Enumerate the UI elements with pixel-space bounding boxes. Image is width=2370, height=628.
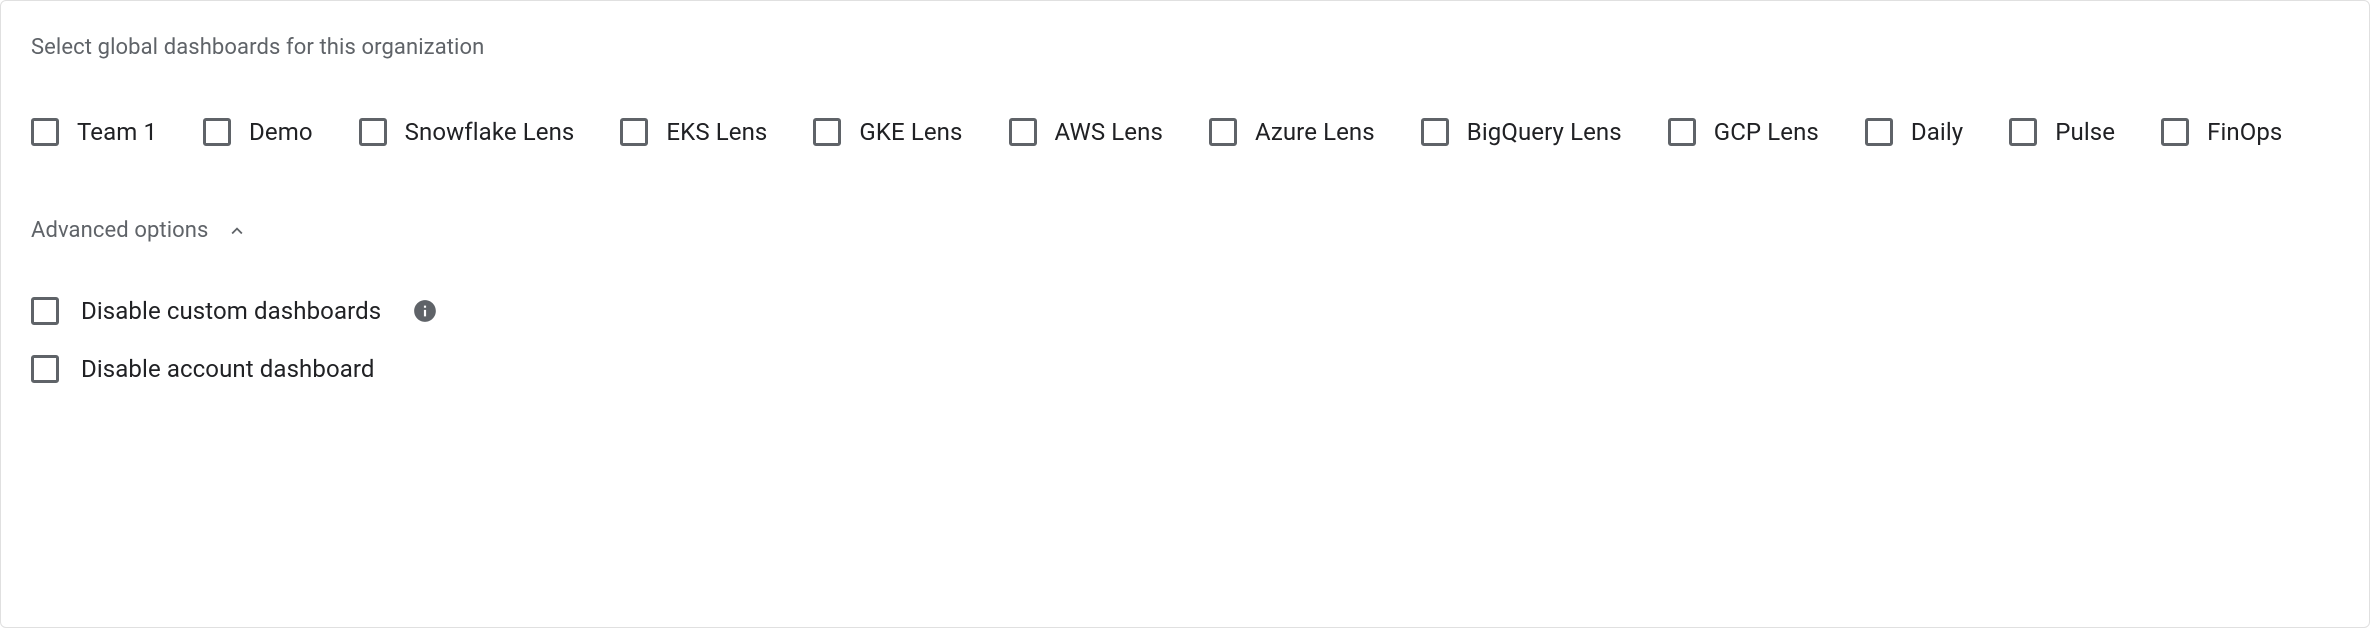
checkbox-icon <box>1421 118 1449 146</box>
dashboard-checkbox-group: Team 1 Demo Snowflake Lens EKS Lens GKE … <box>31 118 2339 146</box>
chevron-up-icon <box>225 219 249 243</box>
checkbox-label: EKS Lens <box>666 118 767 146</box>
checkbox-label: BigQuery Lens <box>1467 118 1622 146</box>
dashboard-checkbox-daily[interactable]: Daily <box>1865 118 1963 146</box>
checkbox-label: Daily <box>1911 118 1963 146</box>
checkbox-label: Demo <box>249 118 313 146</box>
checkbox-icon <box>359 118 387 146</box>
checkbox-label: Team 1 <box>77 118 157 146</box>
checkbox-icon <box>1865 118 1893 146</box>
info-icon[interactable] <box>411 297 439 325</box>
checkbox-icon <box>2009 118 2037 146</box>
advanced-options-label: Advanced options <box>31 218 209 243</box>
dashboard-checkbox-gcp-lens[interactable]: GCP Lens <box>1668 118 1819 146</box>
checkbox-icon <box>31 355 59 383</box>
section-heading: Select global dashboards for this organi… <box>31 35 2339 60</box>
advanced-checkbox-disable-account-dashboard[interactable]: Disable account dashboard <box>31 355 2339 383</box>
checkbox-label: FinOps <box>2207 118 2282 146</box>
dashboard-checkbox-demo[interactable]: Demo <box>203 118 313 146</box>
checkbox-label: AWS Lens <box>1055 118 1163 146</box>
dashboard-checkbox-bigquery-lens[interactable]: BigQuery Lens <box>1421 118 1622 146</box>
checkbox-label: Pulse <box>2055 118 2115 146</box>
checkbox-label: Snowflake Lens <box>405 118 575 146</box>
checkbox-icon <box>31 297 59 325</box>
advanced-options-toggle[interactable]: Advanced options <box>31 218 249 243</box>
checkbox-icon <box>1009 118 1037 146</box>
dashboard-checkbox-eks-lens[interactable]: EKS Lens <box>620 118 767 146</box>
dashboard-checkbox-gke-lens[interactable]: GKE Lens <box>813 118 962 146</box>
checkbox-icon <box>1209 118 1237 146</box>
dashboard-selection-panel: Select global dashboards for this organi… <box>0 0 2370 628</box>
advanced-options-group: Disable custom dashboards Disable accoun… <box>31 297 2339 383</box>
dashboard-checkbox-azure-lens[interactable]: Azure Lens <box>1209 118 1375 146</box>
checkbox-icon <box>2161 118 2189 146</box>
dashboard-checkbox-aws-lens[interactable]: AWS Lens <box>1009 118 1163 146</box>
checkbox-icon <box>1668 118 1696 146</box>
checkbox-label: GKE Lens <box>859 118 962 146</box>
checkbox-label: Azure Lens <box>1255 118 1375 146</box>
dashboard-checkbox-pulse[interactable]: Pulse <box>2009 118 2115 146</box>
checkbox-label: Disable account dashboard <box>81 355 375 383</box>
checkbox-icon <box>31 118 59 146</box>
dashboard-checkbox-finops[interactable]: FinOps <box>2161 118 2282 146</box>
checkbox-icon <box>203 118 231 146</box>
dashboard-checkbox-snowflake-lens[interactable]: Snowflake Lens <box>359 118 575 146</box>
checkbox-label: Disable custom dashboards <box>81 297 381 325</box>
checkbox-label: GCP Lens <box>1714 118 1819 146</box>
dashboard-checkbox-team-1[interactable]: Team 1 <box>31 118 157 146</box>
checkbox-icon <box>813 118 841 146</box>
advanced-checkbox-disable-custom-dashboards[interactable]: Disable custom dashboards <box>31 297 2339 325</box>
checkbox-icon <box>620 118 648 146</box>
